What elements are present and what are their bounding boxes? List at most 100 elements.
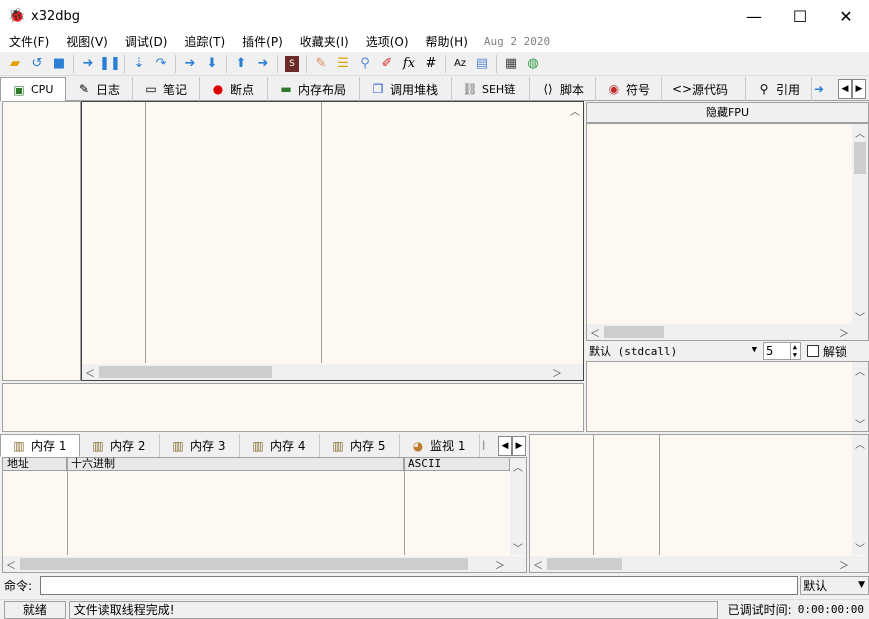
run-icon[interactable]: ➜ — [77, 53, 99, 75]
callconv-select[interactable]: 默认 (stdcall) ▼ — [587, 342, 760, 360]
scroll-up-icon[interactable]: ︿ — [567, 102, 583, 118]
scroll-right-icon[interactable]: ＞ — [492, 556, 508, 572]
dump-vscroll[interactable]: ︿ ﹀ — [510, 458, 526, 555]
tab-log[interactable]: ✎ 日志 — [66, 77, 133, 101]
menu-view[interactable]: 视图(V) — [57, 32, 116, 52]
dump-panel[interactable]: 地址 十六进制 ASCII ︿ ﹀ ＜ ＞ — [2, 457, 527, 573]
menu-trace[interactable]: 追踪(T) — [175, 32, 233, 52]
step-over-icon[interactable]: ↷ — [150, 53, 172, 75]
unwind-checkbox[interactable] — [807, 345, 819, 357]
scroll-right-icon[interactable]: ＞ — [836, 556, 852, 572]
script-icon[interactable]: ▤ — [471, 53, 493, 75]
column-ascii[interactable]: ASCII — [404, 458, 510, 471]
scroll-up-icon[interactable]: ︿ — [510, 458, 526, 474]
patch-icon[interactable]: ✎ — [310, 53, 332, 75]
stack-vscroll[interactable]: ︿ ﹀ — [852, 435, 868, 555]
hash-icon[interactable]: # — [420, 53, 442, 75]
scroll-up-icon[interactable]: ︿ — [852, 362, 868, 378]
tab-more-dump[interactable]: l — [480, 434, 494, 457]
menu-help[interactable]: 帮助(H) — [417, 32, 476, 52]
hscroll-thumb[interactable] — [20, 558, 468, 570]
arg-count-spinner[interactable]: 5 ▲ ▼ — [763, 342, 801, 360]
run-to-user-code-icon[interactable]: ➜ — [252, 53, 274, 75]
tab-dump-1[interactable]: ▥ 内存 1 — [0, 434, 80, 457]
registers-panel[interactable]: ︿ ﹀ ＜ ＞ — [586, 123, 869, 341]
tab-dump-5[interactable]: ▥ 内存 5 — [320, 434, 400, 457]
tab-watch-1[interactable]: ◕ 监视 1 — [400, 434, 480, 457]
tab-dump-3[interactable]: ▥ 内存 3 — [160, 434, 240, 457]
scroll-left-icon[interactable]: ＜ — [587, 324, 603, 340]
sidebar-panel[interactable] — [2, 101, 81, 381]
disassembly-panel[interactable]: ︿ ＜ ＞ — [81, 101, 584, 381]
execute-till-return-icon[interactable]: ⬆ — [230, 53, 252, 75]
menu-debug[interactable]: 调试(D) — [116, 32, 176, 52]
tab-script[interactable]: ⟨⟩ 脚本 — [530, 77, 596, 101]
scroll-right-icon[interactable]: ＞ — [836, 324, 852, 340]
close-button[interactable]: ✕ — [823, 0, 869, 32]
tab-call-stack[interactable]: ❐ 调用堆栈 — [360, 77, 452, 101]
stack-panel[interactable]: ︿ ﹀ ＜ ＞ — [529, 434, 869, 573]
tab-dump-2[interactable]: ▥ 内存 2 — [80, 434, 160, 457]
scroll-right-icon[interactable]: ＞ — [549, 364, 565, 380]
tab-symbols[interactable]: ◉ 符号 — [596, 77, 662, 101]
dump-hscroll[interactable]: ＜ ＞ — [3, 556, 526, 572]
hscroll-thumb[interactable] — [604, 326, 664, 338]
column-address[interactable]: 地址 — [3, 458, 67, 471]
bookmark-icon[interactable]: ✐ — [376, 53, 398, 75]
label-icon[interactable]: ⚲ — [354, 53, 376, 75]
trace-over-icon[interactable]: ⬇ — [201, 53, 223, 75]
stop-icon[interactable]: ■ — [48, 53, 70, 75]
info-panel[interactable] — [2, 383, 584, 432]
tab-seh[interactable]: ⛓ SEH链 — [452, 77, 530, 101]
vscroll-thumb[interactable] — [854, 142, 866, 174]
registers-vscroll[interactable]: ︿ ﹀ — [852, 124, 868, 324]
tab-breakpoints[interactable]: ● 断点 — [200, 77, 268, 101]
hscroll-thumb[interactable] — [547, 558, 622, 570]
command-mode-select[interactable]: 默认 ▼ — [800, 576, 869, 595]
function-icon[interactable]: fx — [398, 53, 420, 75]
tab-notes[interactable]: ▭ 笔记 — [133, 77, 200, 101]
menu-file[interactable]: 文件(F) — [0, 32, 57, 52]
scroll-down-icon[interactable]: ﹀ — [852, 539, 868, 555]
minimize-button[interactable]: — — [731, 0, 777, 32]
tab-scroll-left-icon[interactable]: ◀ — [838, 79, 852, 99]
tab-scroll-right-icon[interactable]: ▶ — [852, 79, 866, 99]
stack-args-panel[interactable]: ︿ ﹀ — [586, 361, 869, 432]
tab-source[interactable]: <> 源代码 — [662, 77, 746, 101]
scroll-down-icon[interactable]: ﹀ — [852, 308, 868, 324]
tab-more[interactable]: ➜ — [812, 77, 834, 101]
tab-cpu[interactable]: ▣ CPU — [0, 77, 66, 102]
comment-icon[interactable]: ☰ — [332, 53, 354, 75]
trace-into-icon[interactable]: ➔ — [179, 53, 201, 75]
menu-plugins[interactable]: 插件(P) — [233, 32, 291, 52]
scroll-down-icon[interactable]: ﹀ — [510, 539, 526, 555]
dump-tab-scroll-right-icon[interactable]: ▶ — [512, 436, 526, 456]
scroll-down-icon[interactable]: ﹀ — [852, 415, 868, 431]
hide-fpu-button[interactable]: 隐藏FPU — [586, 102, 869, 123]
menu-options[interactable]: 选项(O) — [357, 32, 417, 52]
tab-dump-4[interactable]: ▥ 内存 4 — [240, 434, 320, 457]
open-folder-icon[interactable]: ▰ — [4, 53, 26, 75]
command-input[interactable] — [39, 576, 799, 595]
stack-hscroll[interactable]: ＜ ＞ — [530, 556, 868, 572]
maximize-button[interactable]: ☐ — [777, 0, 823, 32]
column-hex[interactable]: 十六进制 — [67, 458, 404, 471]
menu-favourites[interactable]: 收藏夹(I) — [291, 32, 357, 52]
calculator-icon[interactable]: ▦ — [500, 53, 522, 75]
dump-tab-scroll-left-icon[interactable]: ◀ — [498, 436, 512, 456]
scroll-left-icon[interactable]: ＜ — [82, 364, 98, 380]
restart-icon[interactable]: ↺ — [26, 53, 48, 75]
tab-references[interactable]: ⚲ 引用 — [746, 77, 812, 101]
pause-icon[interactable]: ❚❚ — [99, 53, 121, 75]
scroll-up-icon[interactable]: ︿ — [852, 124, 868, 140]
disassembly-hscroll[interactable]: ＜ ＞ — [82, 364, 583, 380]
tab-memory-map[interactable]: ▬ 内存布局 — [268, 77, 360, 101]
scroll-left-icon[interactable]: ＜ — [530, 556, 546, 572]
hscroll-thumb[interactable] — [99, 366, 272, 378]
scylla-icon[interactable]: S — [281, 53, 303, 75]
disassembly-vscroll[interactable]: ︿ — [567, 102, 583, 363]
scroll-left-icon[interactable]: ＜ — [3, 556, 19, 572]
registers-hscroll[interactable]: ＜ ＞ — [587, 324, 868, 340]
step-into-icon[interactable]: ⇣ — [128, 53, 150, 75]
globe-icon[interactable]: ◍ — [522, 53, 544, 75]
